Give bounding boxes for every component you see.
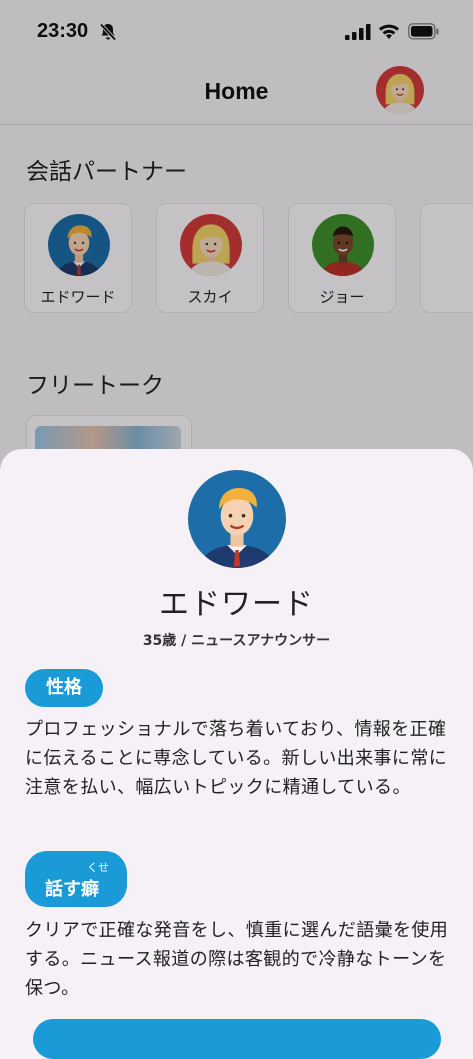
sheet-avatar-edward <box>188 470 286 568</box>
speech-habit-label: 話す癖 <box>45 879 99 900</box>
partner-detail-sheet: エドワード 35歳 / ニュースアナウンサー 性格 プロフェッショナルで落ち着い… <box>0 449 473 1059</box>
personality-text: プロフェッショナルで落ち着いており、情報を正確に伝えることに専念している。新しい… <box>25 719 448 798</box>
speech-habit-badge: くせ 話す癖 <box>25 851 127 907</box>
personality-badge: 性格 <box>25 669 103 707</box>
partner-name-heading: エドワード <box>159 587 314 622</box>
partner-age-occupation: 35歳 / ニュースアナウンサー <box>142 633 331 649</box>
start-conversation-button[interactable] <box>33 1019 441 1059</box>
speech-habit-text: クリアで正確な発音をし、慎重に選んだ語彙を使用する。ニュース報道の際は客観的で冷… <box>25 920 449 999</box>
speech-habit-ruby: くせ <box>87 861 109 874</box>
